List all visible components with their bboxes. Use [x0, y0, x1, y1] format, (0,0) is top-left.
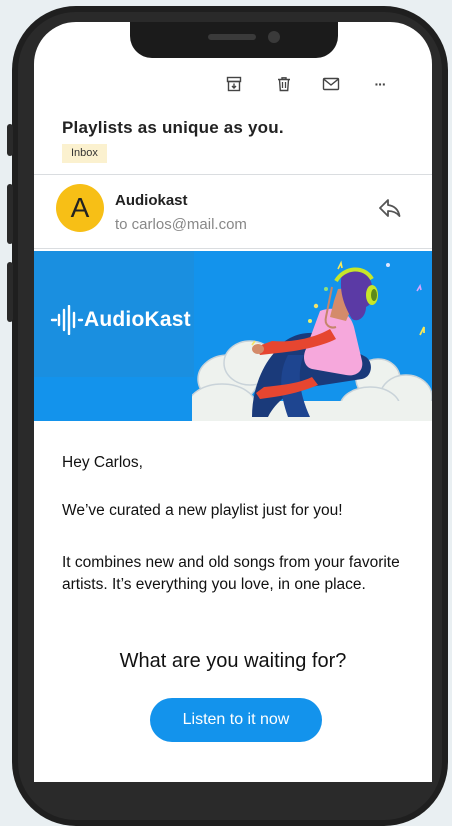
greeting-text: Hey Carlos, — [62, 454, 143, 471]
archive-button[interactable] — [222, 72, 246, 96]
email-screen: ··· Playlists as unique as you. Inbox A … — [34, 22, 432, 782]
trash-icon — [278, 77, 290, 92]
more-button[interactable]: ··· — [368, 72, 392, 96]
reply-icon — [379, 199, 401, 217]
sender-name: Audiokast — [115, 192, 188, 209]
email-toolbar: ··· — [34, 72, 432, 96]
banner-brand-name: AudioKast — [84, 308, 191, 331]
inbox-label-badge[interactable]: Inbox — [62, 144, 107, 163]
side-button-volume-up — [7, 184, 13, 244]
reply-button[interactable] — [376, 196, 404, 220]
header-divider — [34, 174, 432, 175]
speaker-grille — [208, 34, 256, 40]
archive-icon — [226, 76, 242, 92]
intro-text: We’ve curated a new playlist just for yo… — [62, 502, 343, 519]
mark-unread-button[interactable] — [319, 72, 343, 96]
front-camera — [268, 31, 280, 43]
sender-divider — [34, 248, 432, 249]
cta-question: What are you waiting for? — [119, 650, 347, 672]
email-subject: Playlists as unique as you. — [62, 118, 284, 137]
delete-button[interactable] — [272, 72, 296, 96]
side-button-mute — [7, 124, 13, 156]
more-icon: ··· — [374, 76, 387, 92]
headphones-person-illustration — [192, 260, 432, 421]
recipient-address: to carlos@mail.com — [115, 216, 247, 233]
waveform-logo-icon — [50, 305, 84, 335]
phone-notch — [130, 22, 338, 58]
promo-banner: AudioKast — [34, 251, 432, 421]
listen-now-button[interactable]: Listen to it now — [150, 698, 322, 742]
sender-avatar[interactable]: A — [56, 184, 104, 232]
mail-icon — [322, 77, 340, 91]
description-text: It combines new and old songs from your … — [62, 554, 400, 593]
side-button-volume-down — [7, 262, 13, 322]
